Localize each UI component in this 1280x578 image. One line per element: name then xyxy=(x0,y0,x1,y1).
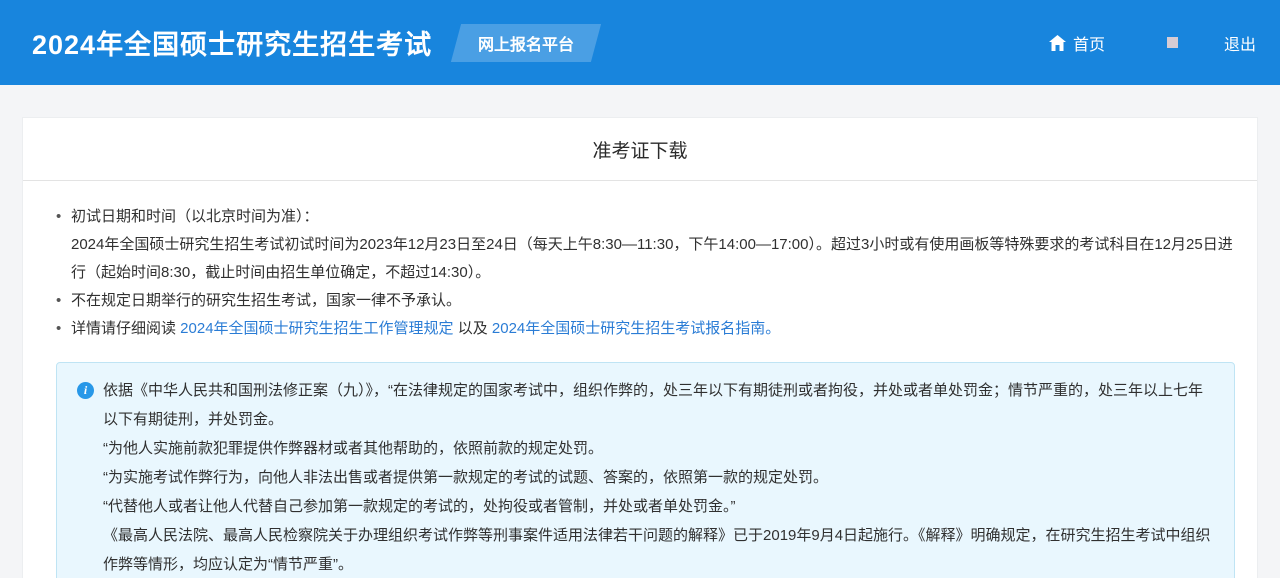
notice-item-not-recognized-text: 不在规定日期举行的研究生招生考试，国家一律不予承认。 xyxy=(71,292,461,309)
logout-icon[interactable] xyxy=(1167,37,1178,48)
legal-paragraph-5: 《最高人民法院、最高人民检察院关于办理组织考试作弊等刑事案件适用法律若干问题的解… xyxy=(103,521,1214,578)
legal-paragraph-4: “代替他人或者让他人代替自己参加第一款规定的考试的，处拘役或者管制，并处或者单处… xyxy=(103,492,1214,521)
notice-read-prefix: 详情请仔细阅读 xyxy=(71,320,180,337)
legal-notice-alert: i 依据《中华人民共和国刑法修正案（九）》，“在法律规定的国家考试中，组织作弊的… xyxy=(56,362,1235,578)
page-title: 准考证下载 xyxy=(23,118,1257,181)
home-link-label: 首页 xyxy=(1073,31,1105,55)
logout-link[interactable]: 退出 xyxy=(1224,31,1256,55)
notice-item-exam-time-detail: 2024年全国硕士研究生招生考试初试时间为2023年12月23日至24日（每天上… xyxy=(71,231,1235,287)
notice-list: 初试日期和时间（以北京时间为准）： 2024年全国硕士研究生招生考试初试时间为2… xyxy=(56,203,1235,343)
home-link[interactable]: 首页 xyxy=(1049,31,1105,55)
notice-item-read-more: 详情请仔细阅读 2024年全国硕士研究生招生工作管理规定 以及 2024年全国硕… xyxy=(56,315,1235,343)
home-icon xyxy=(1049,35,1066,51)
platform-badge: 网上报名平台 xyxy=(451,24,601,62)
legal-paragraph-3: “为实施考试作弊行为，向他人非法出售或者提供第一款规定的考试的试题、答案的，依照… xyxy=(103,463,1214,492)
app-header: 2024年全国硕士研究生招生考试 网上报名平台 首页 退出 xyxy=(0,0,1280,85)
legal-paragraph-2: “为他人实施前款犯罪提供作弊器材或者其他帮助的，依照前款的规定处罚。 xyxy=(103,434,1214,463)
notice-item-not-recognized: 不在规定日期举行的研究生招生考试，国家一律不予承认。 xyxy=(56,287,1235,315)
platform-badge-label: 网上报名平台 xyxy=(478,31,574,55)
app-title: 2024年全国硕士研究生招生考试 xyxy=(32,23,432,62)
admission-regulation-link[interactable]: 2024年全国硕士研究生招生工作管理规定 xyxy=(180,320,453,337)
notice-item-exam-time: 初试日期和时间（以北京时间为准）： 2024年全国硕士研究生招生考试初试时间为2… xyxy=(56,203,1235,287)
registration-guide-link[interactable]: 2024年全国硕士研究生招生考试报名指南 xyxy=(492,320,765,337)
notice-item-exam-time-lead: 初试日期和时间（以北京时间为准）： xyxy=(71,203,1235,231)
notice-read-middle: 以及 xyxy=(454,320,492,337)
legal-paragraph-1: 依据《中华人民共和国刑法修正案（九）》，“在法律规定的国家考试中，组织作弊的，处… xyxy=(103,376,1214,434)
notice-read-suffix: 。 xyxy=(765,320,780,337)
legal-notice-text: 依据《中华人民共和国刑法修正案（九）》，“在法律规定的国家考试中，组织作弊的，处… xyxy=(103,376,1214,578)
content-card: 准考证下载 初试日期和时间（以北京时间为准）： 2024年全国硕士研究生招生考试… xyxy=(22,117,1258,578)
card-body: 初试日期和时间（以北京时间为准）： 2024年全国硕士研究生招生考试初试时间为2… xyxy=(23,181,1257,578)
info-icon: i xyxy=(77,382,94,399)
header-nav: 首页 退出 xyxy=(1049,31,1256,55)
